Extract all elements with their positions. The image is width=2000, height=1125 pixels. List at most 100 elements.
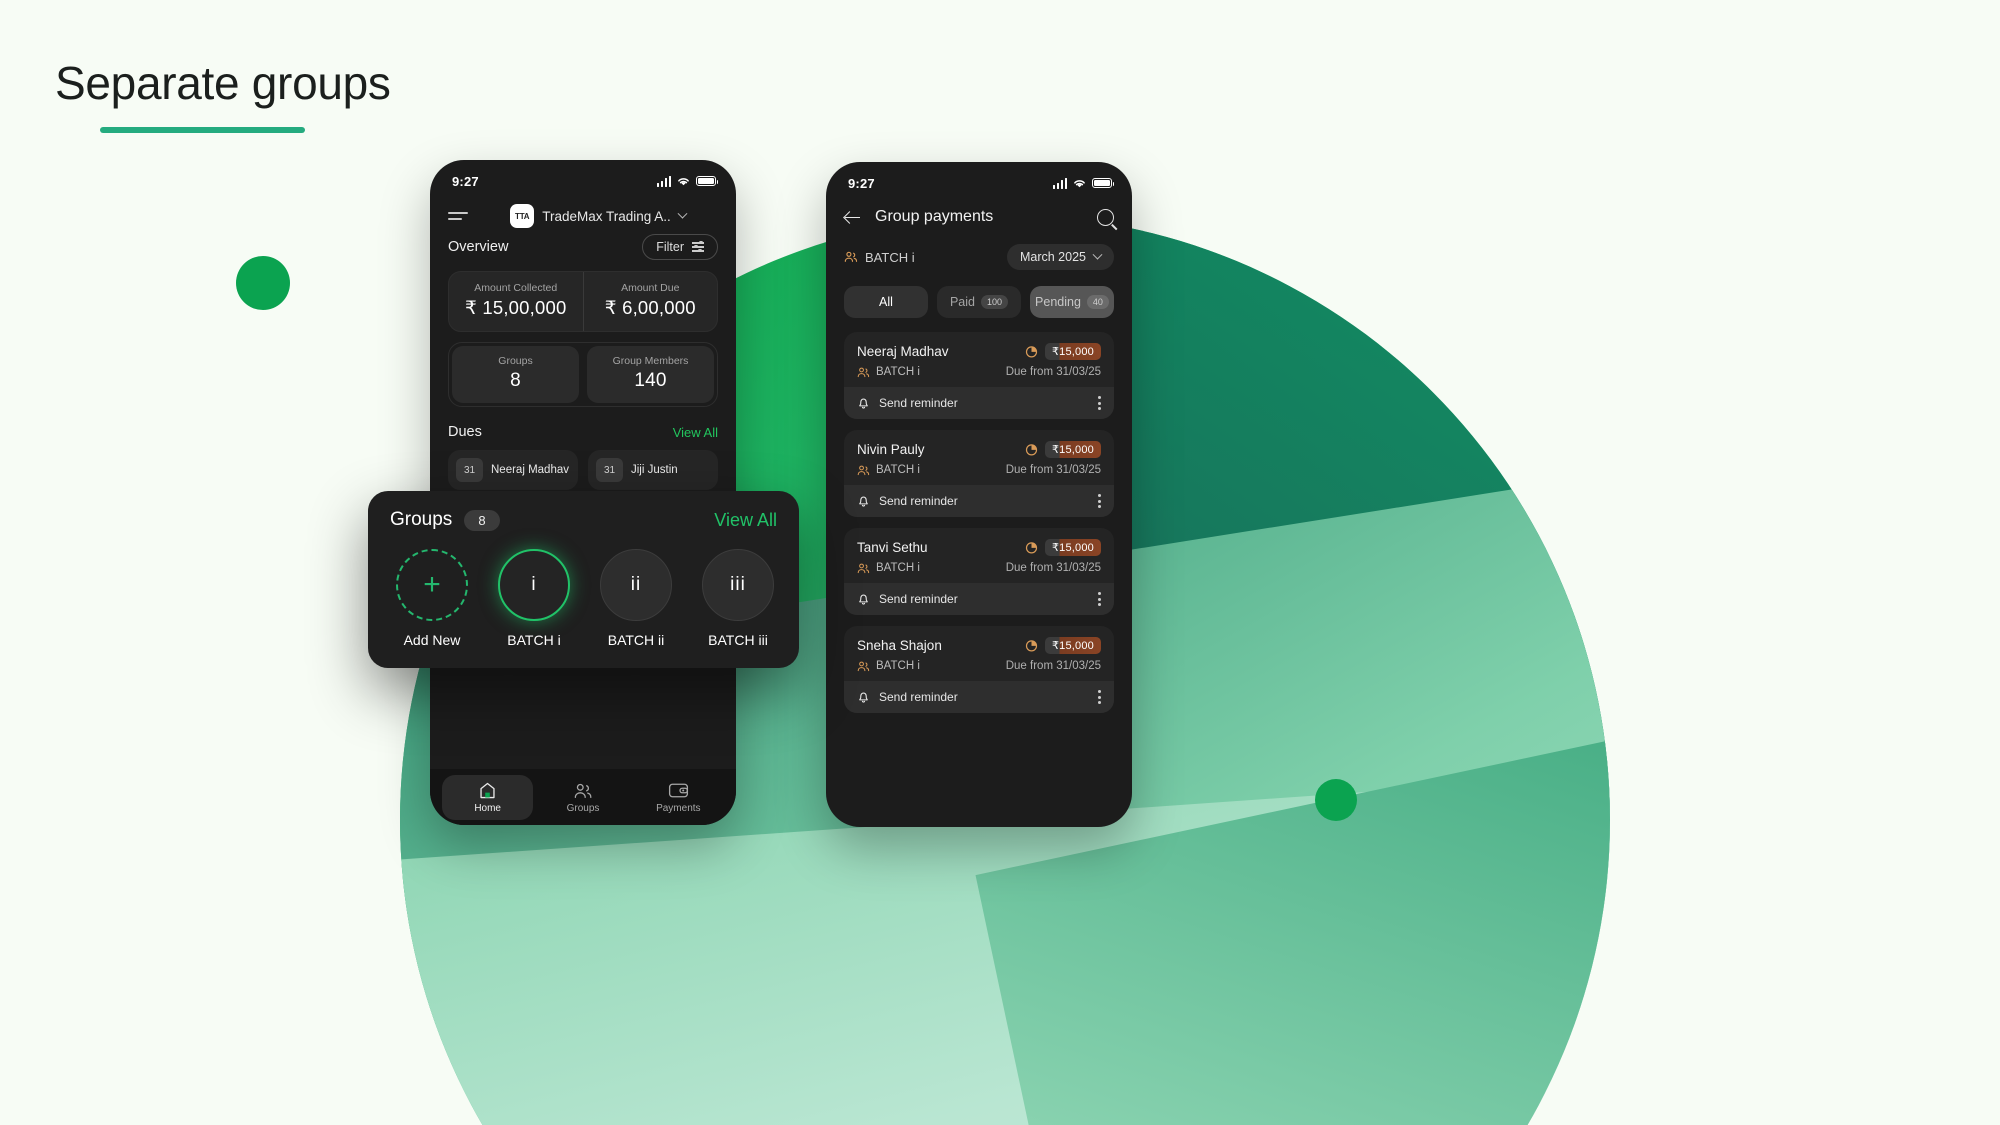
phone-right-group-payments: 9:27 Group payments BATCH i March 2025 A… bbox=[826, 162, 1132, 827]
pie-clock-icon bbox=[1025, 346, 1038, 358]
send-reminder-button[interactable]: Send reminder bbox=[857, 494, 958, 508]
stat-groups[interactable]: Groups 8 bbox=[452, 346, 579, 403]
payment-card-row-primary: Sneha Shajon ₹15,000 bbox=[857, 637, 1101, 654]
tab-pending[interactable]: Pending 40 bbox=[1030, 286, 1114, 318]
due-name: Jiji Justin bbox=[631, 464, 678, 476]
payment-batch-label: BATCH i bbox=[876, 464, 920, 476]
groups-view-all-link[interactable]: View All bbox=[714, 510, 777, 531]
tab-paid[interactable]: Paid 100 bbox=[937, 286, 1021, 318]
dues-title: Dues bbox=[448, 424, 482, 440]
dues-view-all-link[interactable]: View All bbox=[673, 425, 718, 440]
page-title: Group payments bbox=[875, 208, 994, 225]
payment-card-actions: Send reminder bbox=[844, 583, 1114, 615]
send-reminder-button[interactable]: Send reminder bbox=[857, 592, 958, 606]
month-selector[interactable]: March 2025 bbox=[1006, 244, 1114, 270]
payment-card-body: Sneha Shajon ₹15,000 BATCH i Due from 31… bbox=[844, 626, 1114, 681]
stat-amount-collected: Amount Collected ₹ 15,00,000 bbox=[449, 272, 583, 331]
tab-label: Paid bbox=[949, 295, 975, 309]
pie-clock-icon bbox=[1025, 444, 1038, 456]
amount-badge: ₹15,000 bbox=[1044, 539, 1101, 556]
stat-value: ₹ 15,00,000 bbox=[465, 297, 567, 318]
overview-header: Overview Filter bbox=[430, 234, 736, 260]
due-card[interactable]: 31 Jiji Justin bbox=[588, 450, 718, 490]
arrow-back-icon[interactable] bbox=[844, 209, 861, 226]
hamburger-menu-icon[interactable] bbox=[448, 212, 468, 220]
due-date-badge: 31 bbox=[456, 458, 483, 482]
status-icons bbox=[1052, 177, 1115, 189]
stat-value: 140 bbox=[634, 370, 667, 391]
payment-card[interactable]: Nivin Pauly ₹15,000 BATCH i Due from 31/… bbox=[844, 430, 1114, 517]
group-item-batch-ii[interactable]: ii BATCH ii bbox=[600, 549, 672, 648]
group-item-add-new[interactable]: + Add New bbox=[396, 549, 468, 648]
bottom-navigation: Home Groups Payments bbox=[430, 769, 736, 825]
payment-due-date: Due from 31/03/25 bbox=[1005, 464, 1101, 476]
group-label: BATCH iii bbox=[708, 632, 768, 648]
payment-card[interactable]: Sneha Shajon ₹15,000 BATCH i Due from 31… bbox=[844, 626, 1114, 713]
payment-card-row-secondary: BATCH i Due from 31/03/25 bbox=[857, 660, 1101, 672]
tab-count-badge: 100 bbox=[981, 295, 1009, 309]
tab-all[interactable]: All bbox=[844, 286, 928, 318]
people-icon bbox=[857, 661, 870, 671]
amount-badge: ₹15,000 bbox=[1044, 637, 1101, 654]
payer-name: Tanvi Sethu bbox=[857, 540, 928, 555]
status-icons bbox=[656, 175, 719, 187]
stat-group-members[interactable]: Group Members 140 bbox=[587, 346, 714, 403]
page-title: Separate groups bbox=[55, 57, 391, 109]
title-underline bbox=[100, 126, 305, 133]
group-glyph: iii bbox=[702, 549, 774, 621]
org-switcher[interactable]: TTA TradeMax Trading A.. bbox=[510, 204, 688, 228]
group-glyph: i bbox=[498, 549, 570, 621]
group-label: BATCH ii bbox=[607, 632, 665, 648]
filter-button[interactable]: Filter bbox=[642, 234, 718, 260]
amount-badge: ₹15,000 bbox=[1044, 343, 1101, 360]
stat-label: Amount Collected bbox=[474, 282, 558, 294]
groups-count-badge: 8 bbox=[464, 509, 500, 531]
kebab-menu-icon[interactable] bbox=[1098, 494, 1101, 508]
bell-icon bbox=[859, 594, 868, 605]
signal-bars-icon bbox=[1052, 177, 1067, 189]
send-reminder-button[interactable]: Send reminder bbox=[857, 396, 958, 410]
payment-card-row-secondary: BATCH i Due from 31/03/25 bbox=[857, 366, 1101, 378]
send-reminder-button[interactable]: Send reminder bbox=[857, 690, 958, 704]
send-reminder-label: Send reminder bbox=[879, 592, 958, 606]
status-bar: 9:27 bbox=[430, 160, 736, 194]
groups-overlay-title: Groups bbox=[390, 509, 453, 530]
pie-clock-icon bbox=[1025, 542, 1038, 554]
people-icon bbox=[857, 367, 870, 377]
payment-batch: BATCH i bbox=[857, 562, 920, 574]
stat-label: Groups bbox=[498, 355, 533, 367]
payment-card-row-primary: Neeraj Madhav ₹15,000 bbox=[857, 343, 1101, 360]
tab-label: Pending bbox=[1035, 295, 1081, 309]
due-date-badge: 31 bbox=[596, 458, 623, 482]
payment-batch: BATCH i bbox=[857, 660, 920, 672]
payment-card-actions: Send reminder bbox=[844, 387, 1114, 419]
payment-batch: BATCH i bbox=[857, 366, 920, 378]
chevron-down-icon bbox=[1092, 249, 1103, 260]
nav-item-home[interactable]: Home bbox=[442, 774, 534, 820]
kebab-menu-icon[interactable] bbox=[1098, 690, 1101, 704]
nav-item-payments[interactable]: Payments bbox=[633, 775, 724, 820]
group-item-batch-iii[interactable]: iii BATCH iii bbox=[702, 549, 774, 648]
search-icon[interactable] bbox=[1097, 208, 1114, 226]
tab-count-badge: 40 bbox=[1086, 295, 1109, 309]
wifi-icon bbox=[678, 177, 689, 185]
people-icon bbox=[857, 465, 870, 475]
nav-item-groups[interactable]: Groups bbox=[537, 775, 628, 820]
due-card[interactable]: 31 Neeraj Madhav bbox=[448, 450, 578, 490]
group-item-batch-i[interactable]: i BATCH i bbox=[498, 549, 570, 648]
wallet-icon bbox=[633, 782, 724, 800]
people-icon bbox=[844, 251, 858, 262]
batch-label: BATCH i bbox=[865, 249, 915, 265]
payment-card-row-secondary: BATCH i Due from 31/03/25 bbox=[857, 464, 1101, 476]
send-reminder-label: Send reminder bbox=[879, 690, 958, 704]
payment-card[interactable]: Neeraj Madhav ₹15,000 BATCH i Due from 3… bbox=[844, 332, 1114, 419]
kebab-menu-icon[interactable] bbox=[1098, 396, 1101, 410]
bell-icon bbox=[859, 398, 868, 409]
signal-bars-icon bbox=[656, 175, 671, 187]
payment-card-row-secondary: BATCH i Due from 31/03/25 bbox=[857, 562, 1101, 574]
sliders-icon bbox=[692, 240, 704, 253]
nav-label: Home bbox=[474, 802, 501, 814]
batch-tag: BATCH i bbox=[844, 250, 915, 265]
payment-card[interactable]: Tanvi Sethu ₹15,000 BATCH i Due from 31/… bbox=[844, 528, 1114, 615]
kebab-menu-icon[interactable] bbox=[1098, 592, 1101, 606]
